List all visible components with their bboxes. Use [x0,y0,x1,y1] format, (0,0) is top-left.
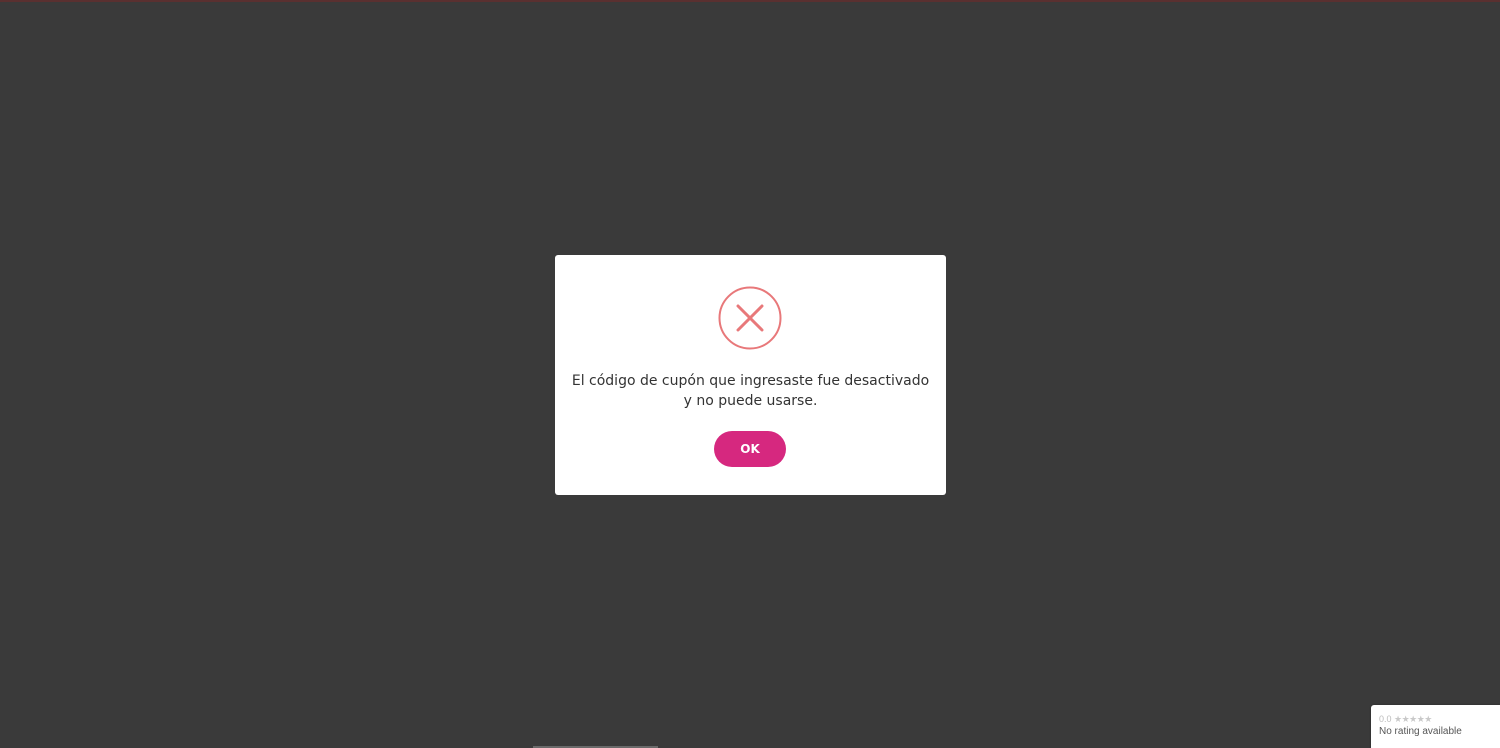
rating-score: 0.0 [1379,714,1392,724]
star-rating-icon: ★★★★★ [1394,714,1432,724]
ok-button[interactable]: OK [714,431,786,467]
error-x-circle-icon [718,286,782,350]
rating-badge[interactable]: 0.0 ★★★★★ No rating available [1371,705,1500,748]
dialog-message: El código de cupón que ingresaste fue de… [571,373,930,409]
error-dialog: El código de cupón que ingresaste fue de… [555,255,946,495]
rating-status: No rating available [1379,726,1462,737]
rating-summary: 0.0 ★★★★★ [1379,714,1500,724]
